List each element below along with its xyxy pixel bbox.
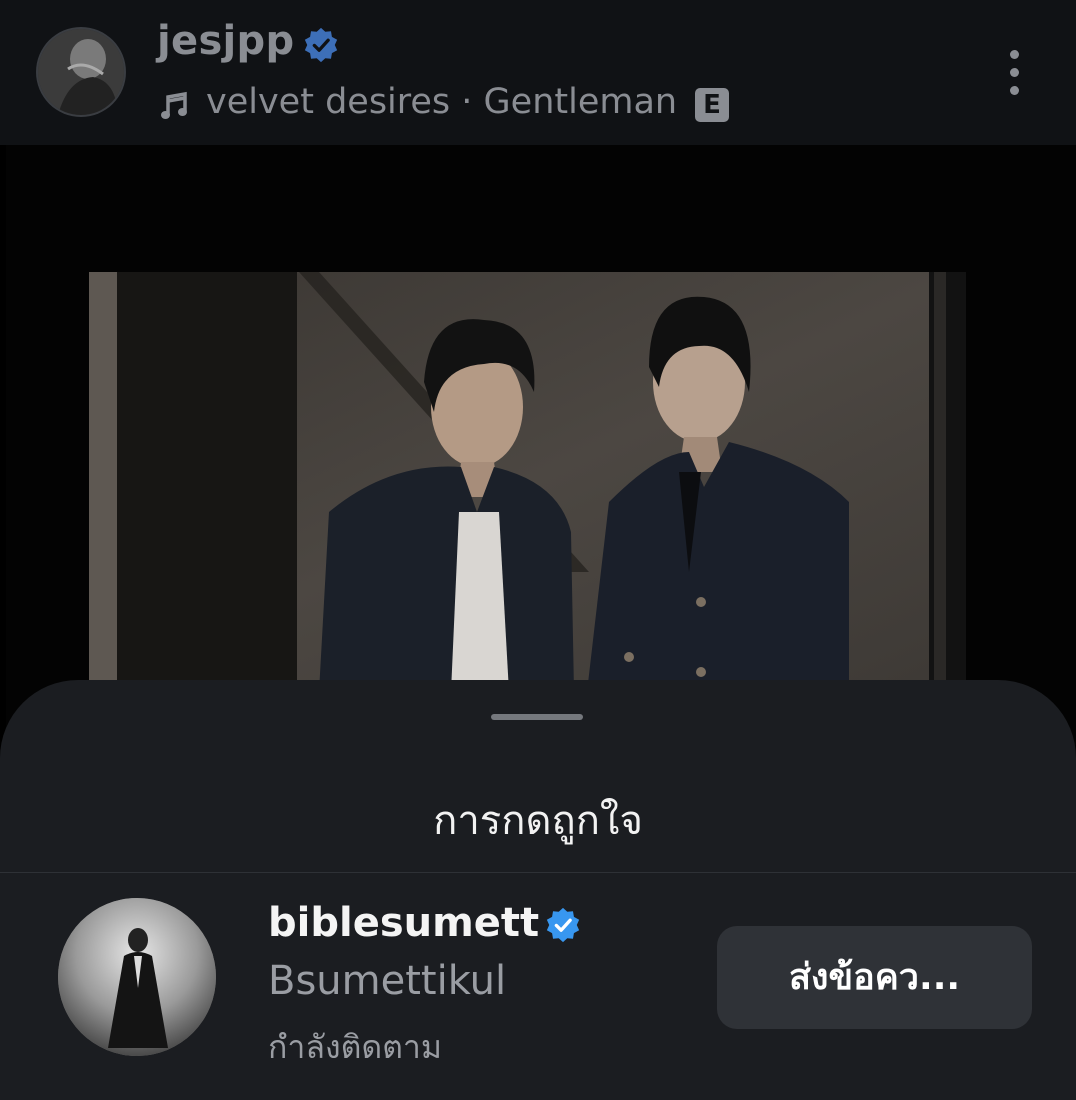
verified-badge-icon [546,907,580,943]
more-options-button[interactable] [996,44,1034,102]
post-header: jesjpp velvet desires · Gentleman E [0,0,1076,145]
post-photo [89,272,966,692]
more-vertical-icon-dot [1010,68,1019,77]
music-note-icon [161,91,187,119]
post-username[interactable]: jesjpp [157,18,294,64]
message-button[interactable]: ส่งข้อคว... [717,926,1032,1029]
likes-sheet: การกดถูกใจ biblesumett Bsumettikul กำลัง… [0,680,1076,1100]
profile-avatar[interactable] [38,29,124,115]
sheet-title: การกดถูกใจ [433,798,643,844]
liker-username[interactable]: biblesumett [268,900,539,946]
post-media[interactable] [6,145,1076,745]
explicit-badge: E [695,88,729,122]
more-vertical-icon [1010,50,1019,59]
liker-full-name: Bsumettikul [268,958,507,1004]
verified-badge-icon [304,27,338,63]
avatar[interactable] [58,898,216,1056]
divider [0,872,1076,873]
follow-status: กำลังติดตาม [268,1028,442,1066]
sheet-drag-handle[interactable] [491,714,583,720]
music-track-text: velvet desires · Gentleman [206,82,678,122]
more-vertical-icon-dot [1010,86,1019,95]
